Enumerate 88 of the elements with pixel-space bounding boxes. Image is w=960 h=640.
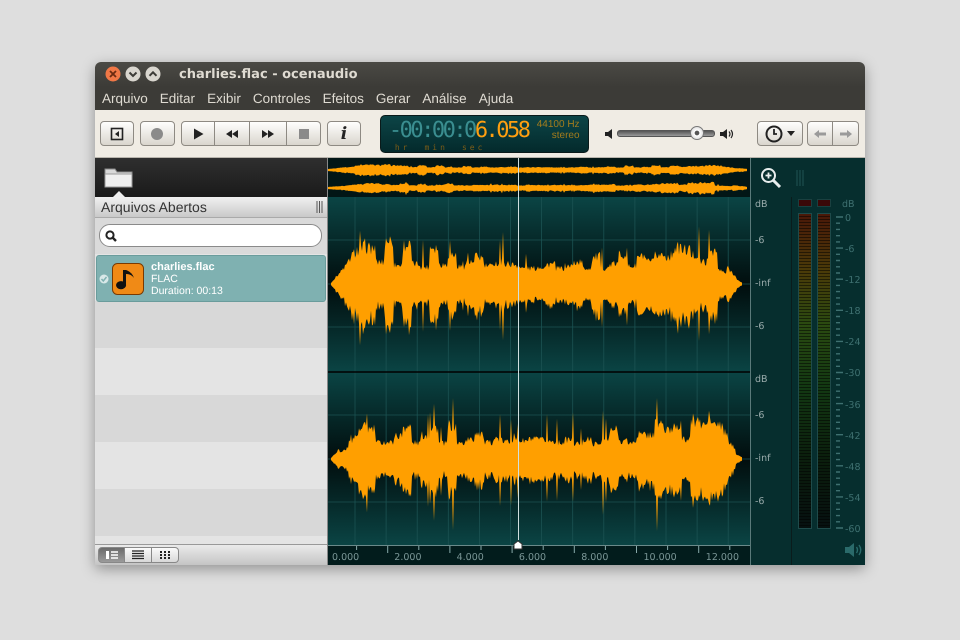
level-axis-label: -inf	[755, 278, 772, 290]
stop-icon	[296, 126, 311, 140]
panel-title: Arquivos Abertos	[101, 199, 207, 215]
meter-scale-label: -12	[845, 275, 861, 288]
window-title: charlies.flac - ocenaudio	[179, 66, 358, 82]
menu-item[interactable]: Ajuda	[472, 90, 520, 106]
unit-label: hr	[394, 142, 410, 152]
detail-view-button[interactable]	[98, 547, 125, 563]
caret-icon	[786, 130, 795, 136]
time-label: 4.000	[456, 551, 485, 565]
sample-rate: 44100 Hz	[536, 118, 580, 130]
grip-icon[interactable]	[316, 201, 323, 213]
level-axis-label: dB	[755, 374, 769, 386]
meter-unit: dB	[841, 199, 856, 211]
maximize-button[interactable]	[145, 66, 161, 82]
detail-view-icon	[104, 549, 118, 561]
minimize-button[interactable]	[125, 66, 141, 82]
file-duration: Duration: 00:13	[151, 284, 223, 296]
folder-icon[interactable]	[104, 166, 134, 188]
meter-scale-label: -36	[845, 400, 861, 412]
overview-waveform[interactable]	[328, 158, 750, 197]
clip-indicator	[817, 199, 831, 207]
playhead-line[interactable]	[518, 158, 519, 540]
go-to-start-button[interactable]	[100, 121, 134, 146]
search-field[interactable]	[99, 224, 322, 247]
loud-speaker-icon	[718, 126, 735, 140]
slider-thumb[interactable]	[690, 126, 704, 140]
menu-item[interactable]: Análise	[416, 90, 473, 106]
level-axis-label: -6	[755, 496, 766, 508]
dim-digits: -00:00:0	[388, 118, 475, 142]
list-view-icon	[131, 549, 145, 561]
clock-icon	[764, 124, 783, 142]
waveform[interactable]	[328, 197, 750, 545]
level-axis-label: -6	[755, 410, 766, 422]
level-axis-label: dB	[755, 199, 769, 211]
meter-scale-label: -30	[845, 368, 861, 380]
meter-scale-label: -18	[845, 306, 861, 318]
music-note-icon	[112, 262, 144, 294]
channel-mode: stereo	[550, 130, 580, 140]
menu-item[interactable]: Editar	[154, 90, 202, 106]
meter-scale-label: 0	[845, 213, 852, 225]
time-label: 6.000	[518, 551, 548, 565]
record-button[interactable]	[140, 121, 176, 146]
play-button[interactable]	[181, 121, 216, 146]
search-icon	[105, 230, 117, 242]
close-button[interactable]	[105, 66, 121, 82]
menu-item[interactable]: Arquivo	[96, 90, 154, 106]
time-label: 10.000	[643, 551, 678, 565]
grip-icon[interactable]	[796, 170, 804, 186]
file-format: FLAC	[151, 272, 179, 284]
back-button[interactable]	[807, 121, 834, 146]
history-button[interactable]	[756, 121, 804, 146]
list-view-button[interactable]	[125, 547, 152, 563]
check-icon	[99, 274, 109, 284]
time-readout: 6.058	[474, 118, 529, 142]
menu-item[interactable]: Controles	[246, 90, 317, 106]
rewind-button[interactable]	[215, 121, 250, 146]
time-label: 0.000	[332, 551, 360, 565]
meter-scale-label: -24	[845, 337, 861, 350]
play-icon	[191, 126, 206, 140]
unit-label: min	[424, 142, 448, 152]
time-label: 12.000	[706, 551, 740, 565]
level-axis-label: -inf	[755, 453, 772, 465]
menu-item[interactable]: Exibir	[201, 90, 247, 106]
meter-scale-label: -42	[845, 430, 861, 443]
clip-indicator	[798, 199, 812, 207]
grid-view-icon	[158, 549, 172, 561]
meter-scale-label: -48	[845, 462, 861, 474]
unit-label: sec	[462, 142, 486, 152]
time-label: 2.000	[394, 551, 422, 565]
grid-view-button[interactable]	[152, 547, 179, 563]
record-icon	[150, 126, 164, 140]
meter-scale-label: -6	[845, 244, 856, 256]
pointer-icon	[113, 191, 125, 197]
go-to-start-icon	[110, 126, 124, 140]
fast-forward-button[interactable]	[250, 121, 288, 146]
meter-scale-label: -54	[845, 492, 861, 505]
menu-item[interactable]: Efeitos	[316, 90, 370, 106]
info-button[interactable]: i	[327, 121, 361, 146]
menu-item[interactable]: Gerar	[370, 90, 416, 106]
level-axis-label: -6	[755, 321, 766, 333]
forward-button[interactable]	[833, 121, 860, 146]
zoom-in-icon[interactable]	[760, 166, 782, 188]
time-label: 8.000	[581, 551, 610, 565]
file-name: charlies.flac	[151, 260, 216, 272]
meter-scale-label: -60	[845, 524, 861, 536]
level-axis-label: -6	[755, 235, 766, 247]
speaker-icon	[604, 128, 613, 138]
